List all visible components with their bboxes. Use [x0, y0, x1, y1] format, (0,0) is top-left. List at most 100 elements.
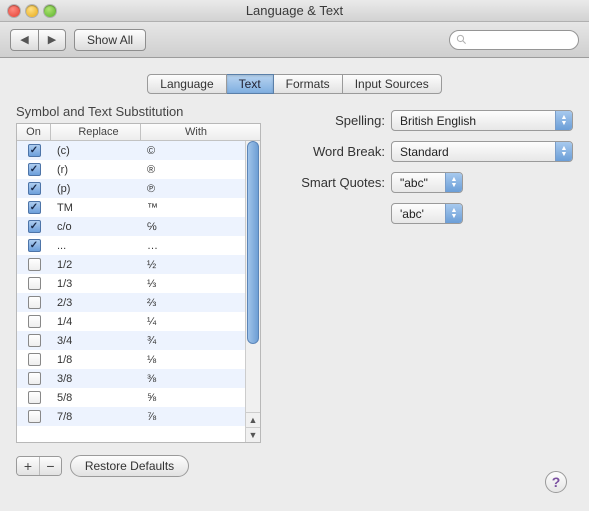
table-row[interactable]: (r)®: [17, 160, 245, 179]
scroll-up-button[interactable]: ▲: [246, 412, 260, 427]
restore-defaults-button[interactable]: Restore Defaults: [70, 455, 189, 477]
select-arrows-icon: ▲▼: [555, 142, 572, 161]
replace-cell[interactable]: (r): [51, 164, 141, 176]
search-input[interactable]: [449, 30, 579, 50]
with-cell[interactable]: ⅔: [141, 297, 245, 309]
table-row[interactable]: (c)©: [17, 141, 245, 160]
column-with[interactable]: With: [141, 124, 245, 140]
row-checkbox[interactable]: [28, 182, 41, 195]
select-arrows-icon: ▲▼: [445, 173, 462, 192]
row-checkbox[interactable]: [28, 334, 41, 347]
substitution-table: On Replace With (c)©(r)®(p)℗TM™c/o℅...…1…: [16, 123, 261, 443]
replace-cell[interactable]: 7/8: [51, 411, 141, 423]
with-cell[interactable]: ⅞: [141, 411, 245, 423]
with-cell[interactable]: ™: [141, 202, 245, 214]
replace-cell[interactable]: 5/8: [51, 392, 141, 404]
smartquotes-single-select[interactable]: 'abc' ▲▼: [391, 203, 463, 224]
with-cell[interactable]: ℗: [141, 183, 245, 195]
close-button[interactable]: [8, 5, 20, 17]
table-row[interactable]: 1/8⅛: [17, 350, 245, 369]
table-header: On Replace With: [17, 124, 260, 141]
row-checkbox[interactable]: [28, 353, 41, 366]
with-cell[interactable]: ⅓: [141, 278, 245, 290]
tab-formats[interactable]: Formats: [274, 74, 343, 94]
with-cell[interactable]: ¾: [141, 335, 245, 347]
scrollbar[interactable]: ▲ ▼: [245, 141, 260, 442]
remove-button[interactable]: −: [39, 457, 61, 475]
replace-cell[interactable]: 2/3: [51, 297, 141, 309]
show-all-button[interactable]: Show All: [74, 29, 146, 51]
select-arrows-icon: ▲▼: [555, 111, 572, 130]
table-row[interactable]: 5/8⅝: [17, 388, 245, 407]
replace-cell[interactable]: 3/4: [51, 335, 141, 347]
row-checkbox[interactable]: [28, 201, 41, 214]
table-row[interactable]: 3/8⅜: [17, 369, 245, 388]
table-row[interactable]: 1/2½: [17, 255, 245, 274]
row-checkbox[interactable]: [28, 372, 41, 385]
row-checkbox[interactable]: [28, 163, 41, 176]
window-title: Language & Text: [0, 3, 589, 18]
add-remove-buttons: + −: [16, 456, 62, 476]
row-checkbox[interactable]: [28, 410, 41, 423]
table-row[interactable]: ...…: [17, 236, 245, 255]
wordbreak-value: Standard: [400, 145, 449, 159]
add-button[interactable]: +: [17, 457, 39, 475]
spelling-select[interactable]: British English ▲▼: [391, 110, 573, 131]
with-cell[interactable]: ⅛: [141, 354, 245, 366]
column-replace[interactable]: Replace: [51, 124, 141, 140]
replace-cell[interactable]: (p): [51, 183, 141, 195]
row-checkbox[interactable]: [28, 391, 41, 404]
titlebar: Language & Text: [0, 0, 589, 22]
with-cell[interactable]: …: [141, 240, 245, 252]
replace-cell[interactable]: ...: [51, 240, 141, 252]
tab-input-sources[interactable]: Input Sources: [343, 74, 442, 94]
column-on[interactable]: On: [17, 124, 51, 140]
wordbreak-select[interactable]: Standard ▲▼: [391, 141, 573, 162]
smartquotes-double-select[interactable]: "abc" ▲▼: [391, 172, 463, 193]
replace-cell[interactable]: c/o: [51, 221, 141, 233]
minimize-button[interactable]: [26, 5, 38, 17]
with-cell[interactable]: ©: [141, 145, 245, 157]
scroll-thumb[interactable]: [247, 141, 259, 344]
with-cell[interactable]: ½: [141, 259, 245, 271]
replace-cell[interactable]: 3/8: [51, 373, 141, 385]
table-body: (c)©(r)®(p)℗TM™c/o℅...…1/2½1/3⅓2/3⅔1/4¼3…: [17, 141, 245, 442]
table-row[interactable]: TM™: [17, 198, 245, 217]
back-button[interactable]: ◀: [10, 29, 38, 51]
section-title: Symbol and Text Substitution: [16, 104, 261, 119]
with-cell[interactable]: ⅝: [141, 392, 245, 404]
smartquotes-double-value: "abc": [400, 176, 428, 190]
row-checkbox[interactable]: [28, 239, 41, 252]
tab-language[interactable]: Language: [147, 74, 226, 94]
replace-cell[interactable]: TM: [51, 202, 141, 214]
replace-cell[interactable]: 1/8: [51, 354, 141, 366]
row-checkbox[interactable]: [28, 315, 41, 328]
scroll-down-button[interactable]: ▼: [246, 427, 260, 442]
tab-text[interactable]: Text: [227, 74, 274, 94]
with-cell[interactable]: ⅜: [141, 373, 245, 385]
table-row[interactable]: 7/8⅞: [17, 407, 245, 426]
with-cell[interactable]: ¼: [141, 316, 245, 328]
row-checkbox[interactable]: [28, 296, 41, 309]
zoom-button[interactable]: [44, 5, 56, 17]
replace-cell[interactable]: 1/4: [51, 316, 141, 328]
with-cell[interactable]: ®: [141, 164, 245, 176]
forward-button[interactable]: ▶: [38, 29, 66, 51]
replace-cell[interactable]: (c): [51, 145, 141, 157]
row-checkbox[interactable]: [28, 258, 41, 271]
replace-cell[interactable]: 1/2: [51, 259, 141, 271]
table-row[interactable]: (p)℗: [17, 179, 245, 198]
smartquotes-single-value: 'abc': [400, 207, 424, 221]
table-row[interactable]: 3/4¾: [17, 331, 245, 350]
table-row[interactable]: c/o℅: [17, 217, 245, 236]
row-checkbox[interactable]: [28, 277, 41, 290]
table-row[interactable]: 1/4¼: [17, 312, 245, 331]
table-row[interactable]: 2/3⅔: [17, 293, 245, 312]
help-button[interactable]: ?: [545, 471, 567, 493]
toolbar: ◀ ▶ Show All: [0, 22, 589, 58]
row-checkbox[interactable]: [28, 144, 41, 157]
table-row[interactable]: 1/3⅓: [17, 274, 245, 293]
with-cell[interactable]: ℅: [141, 221, 245, 233]
row-checkbox[interactable]: [28, 220, 41, 233]
replace-cell[interactable]: 1/3: [51, 278, 141, 290]
